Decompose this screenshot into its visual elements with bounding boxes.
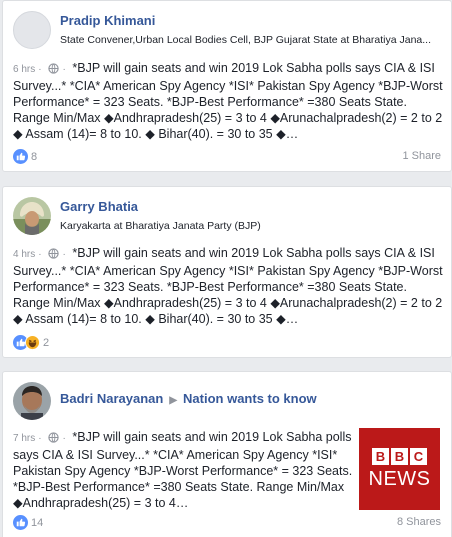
- post-text: *BJP will gain seats and win 2019 Lok Sa…: [13, 246, 443, 326]
- author-name[interactable]: Pradip Khimani: [60, 13, 155, 28]
- author-subtitle[interactable]: Karyakarta at Bharatiya Janata Party (BJ…: [60, 220, 445, 232]
- separator-dot: ·: [38, 433, 42, 444]
- post-footer: 14 8 Shares: [13, 515, 441, 531]
- separator-dot: ·: [38, 64, 42, 75]
- author-name[interactable]: Garry Bhatia: [60, 199, 138, 214]
- like-icon: [13, 149, 28, 164]
- post-text-block: 7 hrs · · *BJP will gain seats and win 20…: [13, 429, 353, 511]
- avatar[interactable]: [13, 11, 51, 49]
- globe-icon: [48, 63, 59, 74]
- avatar[interactable]: [13, 197, 51, 235]
- link-thumbnail[interactable]: BBC NEWS: [359, 428, 440, 510]
- post-text-block: 6 hrs · · *BJP will gain seats and win 20…: [13, 60, 443, 142]
- reactions-summary[interactable]: 2: [13, 335, 49, 350]
- post-time[interactable]: 6 hrs: [13, 64, 35, 75]
- post-text: *BJP will gain seats and win 2019 Lok Sa…: [13, 61, 443, 141]
- reactions-summary[interactable]: 14: [13, 515, 43, 530]
- news-wordmark: NEWS: [368, 467, 431, 490]
- separator-dot: ·: [38, 249, 42, 260]
- haha-icon: [25, 335, 40, 350]
- post-footer: 8 1 Share: [13, 149, 441, 165]
- reaction-count: 8: [31, 150, 38, 163]
- separator-dot: ·: [62, 433, 66, 444]
- reaction-count: 14: [31, 516, 44, 529]
- post-time[interactable]: 7 hrs: [13, 433, 35, 444]
- reaction-count: 2: [43, 336, 50, 349]
- author-name: Badri Narayanan ▶ Nation wants to know: [60, 391, 317, 406]
- post-time[interactable]: 4 hrs: [13, 249, 35, 260]
- avatar[interactable]: [13, 382, 51, 420]
- globe-icon: [48, 432, 59, 443]
- group-link[interactable]: Nation wants to know: [183, 391, 317, 406]
- separator-dot: ·: [62, 249, 66, 260]
- separator-dot: ·: [62, 64, 66, 75]
- post-card: Garry Bhatia Karyakarta at Bharatiya Jan…: [2, 186, 452, 358]
- like-icon: [13, 515, 28, 530]
- post-text-block: 4 hrs · · *BJP will gain seats and win 20…: [13, 245, 443, 327]
- post-card: Pradip Khimani State Convener,Urban Loca…: [2, 0, 452, 172]
- profile-photo: [13, 382, 51, 420]
- reactions-summary[interactable]: 8: [13, 149, 37, 164]
- post-footer: 2: [13, 335, 441, 351]
- profile-photo: [13, 197, 51, 235]
- post-card: Badri Narayanan ▶ Nation wants to know 7 h…: [2, 371, 452, 537]
- arrow-right-icon: ▶: [169, 395, 178, 406]
- globe-icon: [48, 248, 59, 259]
- author-subtitle[interactable]: State Convener,Urban Local Bodies Cell, …: [60, 34, 445, 46]
- author-link[interactable]: Badri Narayanan: [60, 391, 163, 406]
- bbc-logo: BBC: [372, 447, 427, 465]
- share-count[interactable]: 8 Shares: [397, 516, 441, 528]
- share-count[interactable]: 1 Share: [402, 150, 441, 162]
